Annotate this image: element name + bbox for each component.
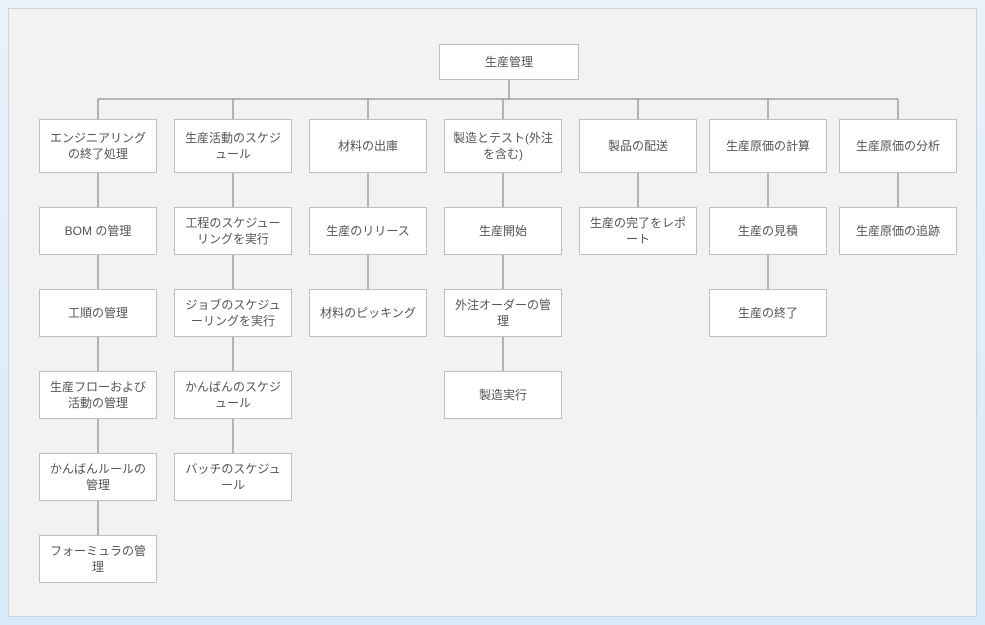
node-3-1: 外注オーダーの管理: [444, 289, 562, 337]
diagram-canvas: 生産管理エンジニアリングの終了処理 BOM の管理工順の管理生産フローおよび活動の…: [8, 8, 977, 617]
col-header-1: 生産活動のスケジュール: [174, 119, 292, 173]
node-0-0: BOM の管理: [39, 207, 157, 255]
col-header-6: 生産原価の分析: [839, 119, 957, 173]
node-1-1: ジョブのスケジューリングを実行: [174, 289, 292, 337]
node-0-4: フォーミュラの管理: [39, 535, 157, 583]
node-3-0: 生産開始: [444, 207, 562, 255]
col-header-3: 製造とテスト(外注を含む): [444, 119, 562, 173]
node-5-0: 生産の見積: [709, 207, 827, 255]
node-2-0: 生産のリリース: [309, 207, 427, 255]
node-0-2: 生産フローおよび活動の管理: [39, 371, 157, 419]
col-header-4: 製品の配送: [579, 119, 697, 173]
node-1-3: バッチのスケジュール: [174, 453, 292, 501]
node-0-3: かんばんルールの管理: [39, 453, 157, 501]
node-1-2: かんばんのスケジュール: [174, 371, 292, 419]
node-2-1: 材料のピッキング: [309, 289, 427, 337]
col-header-5: 生産原価の計算: [709, 119, 827, 173]
root-node: 生産管理: [439, 44, 579, 80]
node-6-0: 生産原価の追跡: [839, 207, 957, 255]
col-header-2: 材料の出庫: [309, 119, 427, 173]
col-header-0: エンジニアリングの終了処理: [39, 119, 157, 173]
node-3-2: 製造実行: [444, 371, 562, 419]
node-4-0: 生産の完了をレポート: [579, 207, 697, 255]
node-5-1: 生産の終了: [709, 289, 827, 337]
node-1-0: 工程のスケジューリングを実行: [174, 207, 292, 255]
node-0-1: 工順の管理: [39, 289, 157, 337]
